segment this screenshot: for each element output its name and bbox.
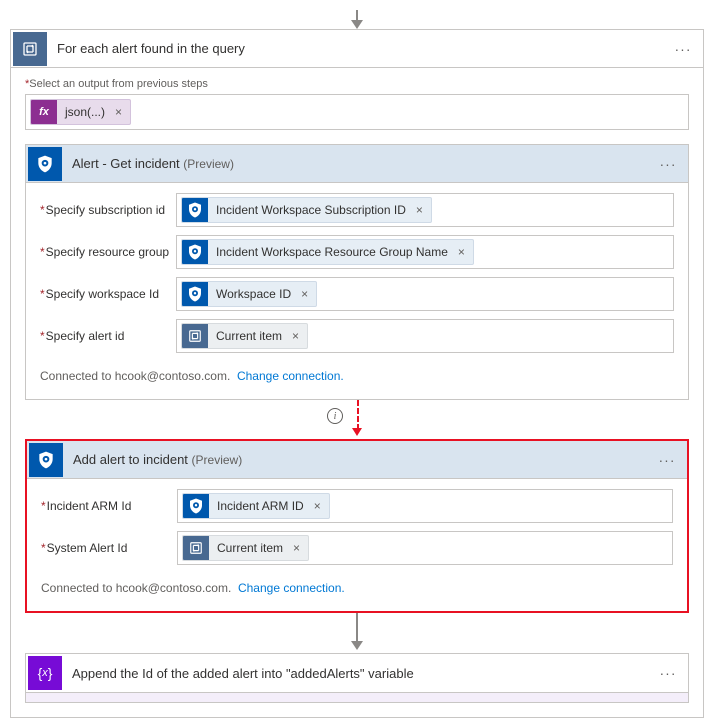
sentinel-token[interactable]: Incident ARM ID× [182, 493, 330, 519]
loop-item-token[interactable]: Current item× [181, 323, 308, 349]
field-label: *Specify resource group [40, 235, 176, 269]
output-field[interactable]: fx json(...) × [25, 94, 689, 130]
get-incident-card: Alert - Get incident (Preview) ··· *Spec… [25, 144, 689, 400]
add-alert-title: Add alert to incident (Preview) [73, 452, 647, 467]
token-text: Current item [208, 329, 288, 343]
field-label: *Incident ARM Id [41, 489, 177, 523]
field-label: *Specify alert id [40, 319, 176, 353]
foreach-header[interactable]: For each alert found in the query ··· [11, 30, 703, 68]
token-text: Current item [209, 541, 289, 555]
get-incident-title: Alert - Get incident (Preview) [72, 156, 648, 171]
sentinel-token[interactable]: Incident Workspace Resource Group Name× [181, 239, 474, 265]
field-input[interactable]: Current item× [177, 531, 673, 565]
change-connection-link[interactable]: Change connection. [238, 581, 345, 595]
token-remove[interactable]: × [454, 245, 473, 259]
foreach-card: For each alert found in the query ··· *S… [10, 29, 704, 718]
token-text: Incident Workspace Resource Group Name [208, 245, 454, 259]
field-input[interactable]: Current item× [176, 319, 674, 353]
connector-solid [25, 613, 689, 653]
sentinel-token[interactable]: Workspace ID× [181, 281, 317, 307]
token-text: Workspace ID [208, 287, 297, 301]
output-label: *Select an output from previous steps [25, 78, 689, 90]
append-title: Append the Id of the added alert into "a… [72, 666, 648, 681]
foreach-menu[interactable]: ··· [663, 41, 703, 57]
sentinel-icon [182, 239, 208, 265]
field-input[interactable]: Incident Workspace Subscription ID× [176, 193, 674, 227]
form-row: *Specify subscription idIncident Workspa… [40, 193, 674, 227]
form-row: *Incident ARM IdIncident ARM ID× [41, 489, 673, 523]
sentinel-icon [183, 493, 209, 519]
connector-dashed: i [25, 400, 689, 440]
field-input[interactable]: Incident Workspace Resource Group Name× [176, 235, 674, 269]
sentinel-token[interactable]: Incident Workspace Subscription ID× [181, 197, 432, 223]
token-remove[interactable]: × [412, 203, 431, 217]
token-remove[interactable]: × [288, 329, 307, 343]
form-row: *Specify resource groupIncident Workspac… [40, 235, 674, 269]
fx-icon: fx [31, 99, 57, 125]
token-text: Incident Workspace Subscription ID [208, 203, 412, 217]
incoming-connector [10, 10, 704, 30]
sentinel-icon [182, 197, 208, 223]
sentinel-icon [28, 147, 62, 181]
form-row: *System Alert IdCurrent item× [41, 531, 673, 565]
token-remove[interactable]: × [111, 105, 130, 119]
form-row: *Specify alert idCurrent item× [40, 319, 674, 353]
sentinel-icon [29, 443, 63, 477]
get-incident-header[interactable]: Alert - Get incident (Preview) ··· [26, 145, 688, 183]
loop-icon [13, 32, 47, 66]
field-label: *Specify subscription id [40, 193, 176, 227]
add-alert-highlight: Add alert to incident (Preview) ··· *Inc… [25, 439, 689, 613]
loop-icon [183, 535, 209, 561]
variable-icon: {x} [28, 656, 62, 690]
append-body-collapsed [25, 693, 689, 703]
connection-info: Connected to hcook@contoso.com. Change c… [40, 361, 674, 393]
change-connection-link[interactable]: Change connection. [237, 369, 344, 383]
field-input[interactable]: Incident ARM ID× [177, 489, 673, 523]
sentinel-icon [182, 281, 208, 307]
token-remove[interactable]: × [289, 541, 308, 555]
append-menu[interactable]: ··· [648, 665, 688, 681]
field-label: *System Alert Id [41, 531, 177, 565]
info-icon[interactable]: i [327, 408, 343, 424]
form-row: *Specify workspace IdWorkspace ID× [40, 277, 674, 311]
token-text: Incident ARM ID [209, 499, 310, 513]
add-alert-menu[interactable]: ··· [647, 452, 687, 468]
token-remove[interactable]: × [310, 499, 329, 513]
add-alert-header[interactable]: Add alert to incident (Preview) ··· [27, 441, 687, 479]
get-incident-menu[interactable]: ··· [648, 156, 688, 172]
loop-icon [182, 323, 208, 349]
foreach-title: For each alert found in the query [57, 41, 663, 56]
loop-item-token[interactable]: Current item× [182, 535, 309, 561]
field-label: *Specify workspace Id [40, 277, 176, 311]
token-remove[interactable]: × [297, 287, 316, 301]
add-alert-card: Add alert to incident (Preview) ··· *Inc… [27, 441, 687, 611]
connection-info: Connected to hcook@contoso.com. Change c… [41, 573, 673, 605]
append-card[interactable]: {x} Append the Id of the added alert int… [25, 653, 689, 693]
fx-token[interactable]: fx json(...) × [30, 99, 131, 125]
field-input[interactable]: Workspace ID× [176, 277, 674, 311]
